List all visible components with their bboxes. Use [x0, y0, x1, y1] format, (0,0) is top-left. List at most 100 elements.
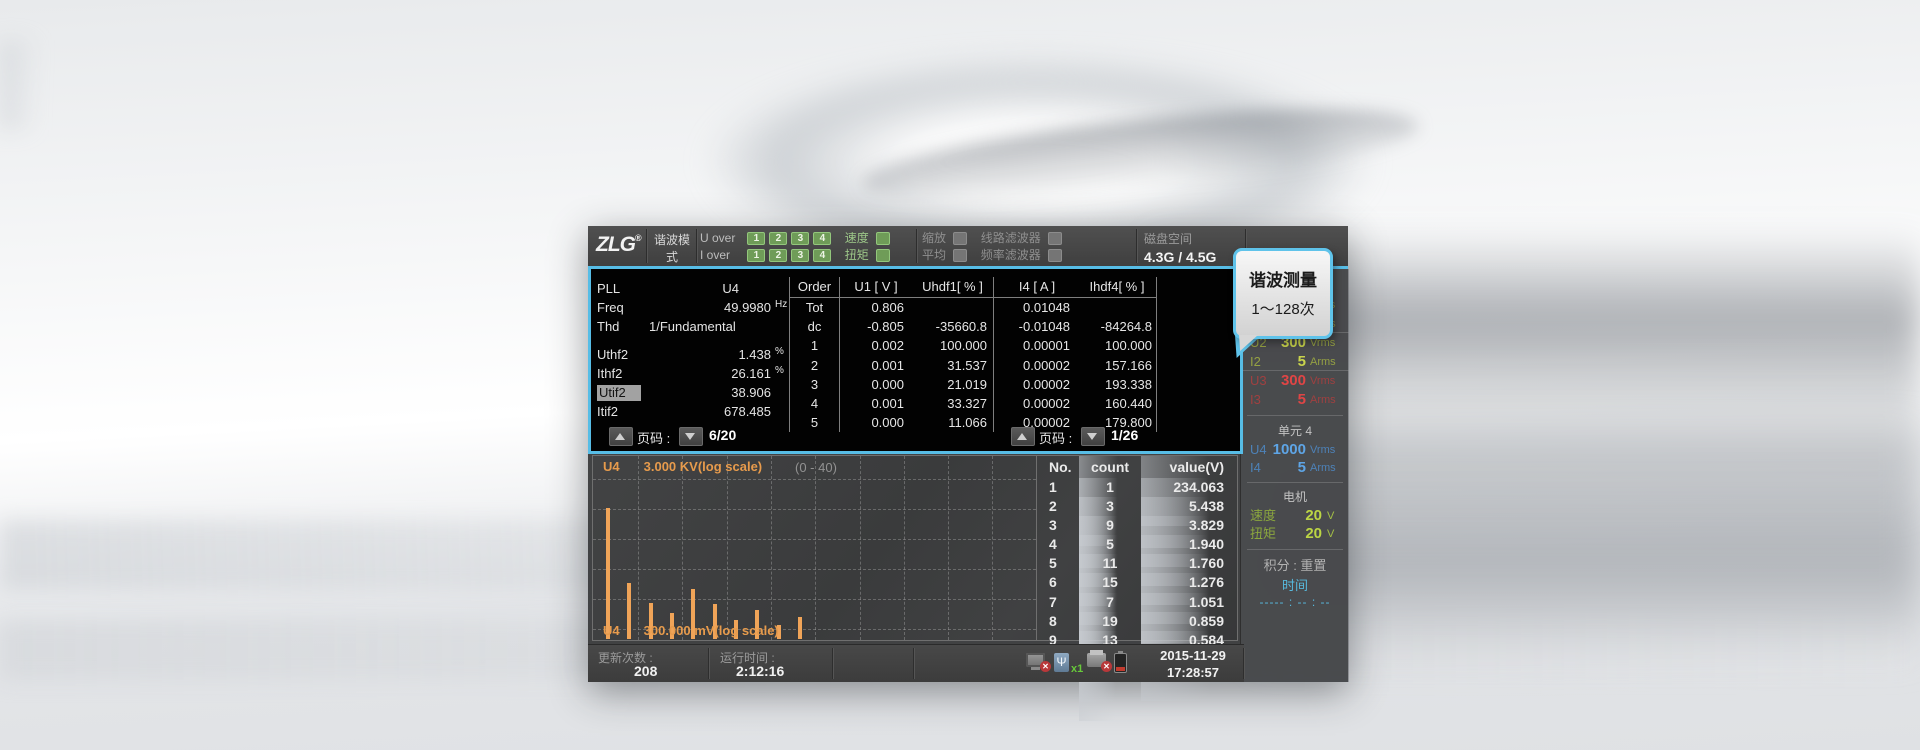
sidebar-channel-value: 5 [1272, 353, 1310, 371]
time-value: 17:28:57 [1148, 664, 1238, 681]
disk-space-label: 磁盘空间 [1144, 230, 1216, 247]
unit4-header: 单元 4 [1241, 422, 1349, 439]
harmonics-cell: 0.001 [840, 356, 912, 375]
mode-indicator: 谐波模式 谐波 [650, 226, 694, 266]
line-filter-indicator [1048, 232, 1062, 245]
zoom-indicator [953, 232, 967, 245]
stats-row: 393.829 [1037, 516, 1238, 535]
stats-row: 771.051 [1037, 593, 1238, 612]
usb-count-badge: x1 [1071, 663, 1083, 675]
tooltip-range: 1～128次 [1236, 298, 1330, 319]
stats-row: 11234.063 [1037, 478, 1238, 497]
page-up-button-right[interactable] [1011, 427, 1035, 446]
page-value-right: 1/26 [1111, 427, 1138, 443]
harmonics-cell: 0.00001 [994, 336, 1080, 355]
i4-row: I45Arms [1241, 459, 1349, 478]
channel-u1-indicator: 1 [747, 232, 765, 245]
sidebar-channel-value: 5 [1272, 391, 1310, 410]
chart-x-range-label: (0 - 40) [795, 460, 837, 475]
harmonics-col-header: I4 [ A ] [994, 277, 1080, 297]
date-value: 2015-11-29 [1148, 647, 1238, 664]
harmonics-col-header: Order [790, 277, 840, 297]
page-label-left: 页码 : [637, 428, 670, 447]
harmonics-cell: 0.00002 [994, 375, 1080, 394]
speed-label: 速度 [845, 231, 869, 245]
harmonics-table-body: Tot0.8060.01048dc-0.805-35660.8-0.01048-… [790, 298, 1156, 432]
itif2-label: Itif2 [597, 402, 645, 421]
printer-icon [1087, 653, 1106, 667]
harmonics-cell: 33.327 [912, 394, 994, 413]
harmonics-col-header: U1 [ V ] [840, 277, 912, 297]
stats-cell: 3 [1037, 516, 1079, 535]
harmonics-col-header: Uhdf1[ % ] [912, 277, 994, 297]
monitor-icon [1026, 653, 1045, 667]
harmonics-cell: -0.01048 [994, 317, 1080, 336]
gridline [815, 456, 816, 640]
tooltip-title: 谐波测量 [1236, 266, 1330, 291]
channel-u4-indicator: 4 [813, 232, 831, 245]
gridline [682, 456, 683, 640]
harmonics-cell: 0.002 [840, 336, 912, 355]
power-analyzer-window: ZLG® 谐波模式 谐波 U over 1234 速度 I over 1234 … [588, 226, 1348, 682]
itif2-value: 678.485 [645, 402, 771, 421]
harmonics-cell: 0.806 [840, 298, 912, 317]
divider [916, 229, 917, 263]
page-down-button-right[interactable] [1081, 427, 1105, 446]
harmonics-row: Tot0.8060.01048 [790, 298, 1156, 317]
chart-channel-2: U4 [603, 623, 620, 638]
divider [1247, 482, 1343, 483]
stats-cell: 6 [1037, 573, 1079, 592]
harmonics-cell: -84264.8 [1080, 317, 1154, 336]
page-value-left: 6/20 [709, 427, 736, 443]
stats-cell: 2 [1037, 497, 1079, 516]
zoom-label: 缩放 [922, 231, 946, 245]
divider [1136, 229, 1137, 263]
harmonics-col-header: Ihdf4[ % ] [1080, 277, 1154, 297]
utif2-label-highlighted[interactable]: Utif2 [597, 385, 641, 401]
channel-i3-indicator: 3 [791, 249, 809, 262]
chart-and-stats: U43.000 KV(log scale) (0 - 40) U4300.000… [592, 455, 1238, 641]
stats-cell: 4 [1037, 535, 1079, 554]
chart-scale: 3.000 KV(log scale) [644, 459, 763, 474]
uthf2-value: 1.438 [645, 345, 771, 364]
sidebar-channel-label: U3 [1250, 372, 1272, 391]
runtime-value: 2:12:16 [736, 663, 784, 679]
mode-title: 谐波模式 [650, 231, 694, 265]
stats-cell: 8 [1037, 612, 1079, 631]
harmonics-cell: -0.805 [840, 317, 912, 336]
stats-table-body: 11234.063235.438393.829451.9405111.76061… [1037, 478, 1238, 650]
gridline [593, 509, 1036, 510]
spectrum-plot: U43.000 KV(log scale) (0 - 40) U4300.000… [593, 456, 1037, 640]
harmonics-row: 20.00131.5370.00002157.166 [790, 356, 1156, 375]
harmonics-cell: 4 [790, 394, 840, 413]
freq-label: Freq [597, 298, 645, 317]
harmonics-cell: 31.537 [912, 356, 994, 375]
measurement-panel: PLLU4 Freq49.9980Hz Thd1/Fundamental Uth… [588, 266, 1243, 454]
gridline [948, 456, 949, 640]
stats-row: 8190.859 [1037, 612, 1238, 631]
disk-space: 磁盘空间 4.3G / 4.5G [1144, 230, 1216, 265]
time-section-label: 时间 [1241, 575, 1349, 594]
gridline [638, 456, 639, 640]
harmonics-cell: 100.000 [1080, 336, 1154, 355]
gridline [771, 456, 772, 640]
divider [832, 648, 833, 679]
harmonics-cell [912, 298, 994, 317]
disk-space-value: 4.3G / 4.5G [1144, 249, 1216, 265]
harmonics-table-header: OrderU1 [ V ]Uhdf1[ % ]I4 [ A ]Ihdf4[ % … [790, 277, 1156, 298]
background-streak [0, 40, 62, 130]
gridline [593, 479, 1036, 480]
page-down-button-left[interactable] [679, 427, 703, 446]
chart-channel: U4 [603, 459, 620, 474]
i-over-label: I over [700, 248, 744, 262]
sidebar-channel-value: 300 [1272, 372, 1310, 391]
update-count-value: 208 [634, 663, 657, 679]
harmonics-cell: 3 [790, 375, 840, 394]
datetime: 2015-11-29 17:28:57 [1148, 647, 1238, 681]
filter-row-1: 缩放 线路滤波器 [922, 231, 1072, 246]
harmonics-row: 30.00021.0190.00002193.338 [790, 375, 1156, 394]
page-up-button-left[interactable] [609, 427, 633, 446]
line-filter-label: 线路滤波器 [981, 231, 1041, 245]
sidebar-channel-label: I3 [1250, 391, 1272, 410]
gridline [593, 539, 1036, 540]
